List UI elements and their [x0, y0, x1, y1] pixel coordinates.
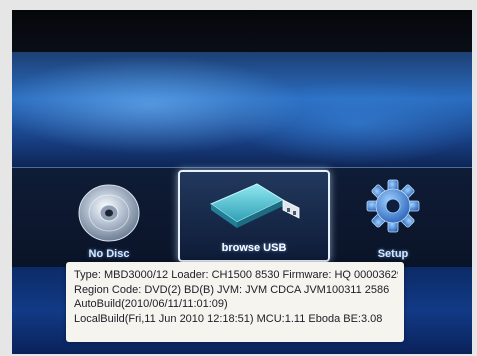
background-graphic: [12, 52, 472, 170]
info-line-localbuild: LocalBuild(Fri,11 Jun 2010 12:18:51) MCU…: [74, 312, 383, 325]
gear-icon: [364, 176, 422, 236]
disc-icon: [74, 178, 144, 248]
menu-item-setup[interactable]: Setup: [338, 168, 448, 268]
menu-item-browse-usb[interactable]: browse USB: [178, 170, 330, 262]
info-line-region: Region Code: DVD(2) BD(B) JVM: JVM CDCA …: [74, 283, 390, 296]
usb-drive-icon: [199, 174, 309, 234]
info-line-autobuild: AutoBuild(2010/06/11/11:01:09): [74, 298, 228, 310]
system-info-panel: Type: MBD3000/12 Loader: CH1500 8530 Fir…: [66, 262, 404, 342]
menu-item-label: Setup: [377, 248, 409, 260]
menu-item-label: No Disc: [88, 248, 130, 260]
home-menu: No Disc browse USB Setup: [12, 167, 472, 268]
info-line-type: Type: MBD3000/12 Loader: CH1500 8530 Fir…: [74, 269, 398, 281]
top-bar: [12, 10, 472, 58]
menu-item-no-disc[interactable]: No Disc: [54, 168, 164, 268]
menu-item-label: browse USB: [221, 242, 287, 254]
